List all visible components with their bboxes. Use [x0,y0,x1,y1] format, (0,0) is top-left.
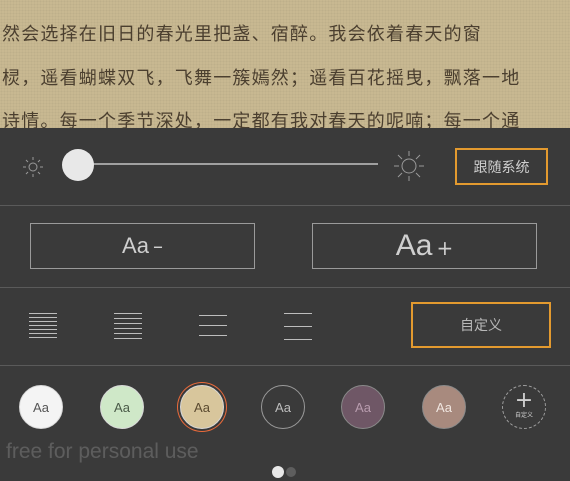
page-dot [286,466,296,477]
line-spacing-normal-icon[interactable] [114,313,142,339]
text-line: 棂，遥看蝴蝶双飞，飞舞一簇嫣然；遥看百花摇曳，飘落一地 [2,68,521,89]
divider [0,205,570,206]
font-decrease-label: Aa [122,233,149,258]
line-spacing-loose-icon[interactable] [199,315,227,336]
plus-icon: + [514,388,534,413]
add-theme-label: 自定义 [514,412,533,419]
brightness-low-icon [22,156,44,181]
reading-area[interactable]: 然会选择在旧日的春光里把盏、宿醉。我会依着春天的窗 棂，遥看蝴蝶双飞，飞舞一簇嫣… [0,0,570,132]
divider [0,287,570,288]
reader-screen: 然会选择在旧日的春光里把盏、宿醉。我会依着春天的窗 棂，遥看蝴蝶双飞，飞舞一簇嫣… [0,0,570,481]
line-spacing-wide-icon[interactable] [284,313,312,340]
theme-option[interactable]: Aa [100,385,144,429]
page-indicator [272,461,296,480]
theme-option[interactable]: Aa [180,385,224,429]
theme-option[interactable]: Aa [261,385,305,429]
theme-option[interactable]: Aa [341,385,385,429]
add-theme-button[interactable]: + 自定义 [502,385,546,429]
font-increase-label: Aa [395,229,433,262]
theme-option[interactable]: Aa [19,385,63,429]
divider [0,365,570,366]
text-line: 然会选择在旧日的春光里把盏、宿醉。我会依着春天的窗 [2,24,482,45]
follow-system-button[interactable]: 跟随系统 [455,148,548,185]
font-increase-button[interactable]: Aa + [312,223,537,269]
page-dot-active [272,465,284,478]
brightness-slider-knob[interactable] [62,149,94,181]
plus-icon: + [436,236,454,260]
watermark: free for personal use [6,440,199,463]
custom-spacing-button[interactable]: 自定义 [411,302,551,348]
theme-option[interactable]: Aa [422,385,466,429]
line-spacing-dense-icon[interactable] [29,313,57,338]
brightness-slider-track[interactable] [78,163,378,165]
brightness-high-icon [393,150,425,185]
font-decrease-button[interactable]: Aa – [30,223,255,269]
minus-icon: – [152,234,163,258]
